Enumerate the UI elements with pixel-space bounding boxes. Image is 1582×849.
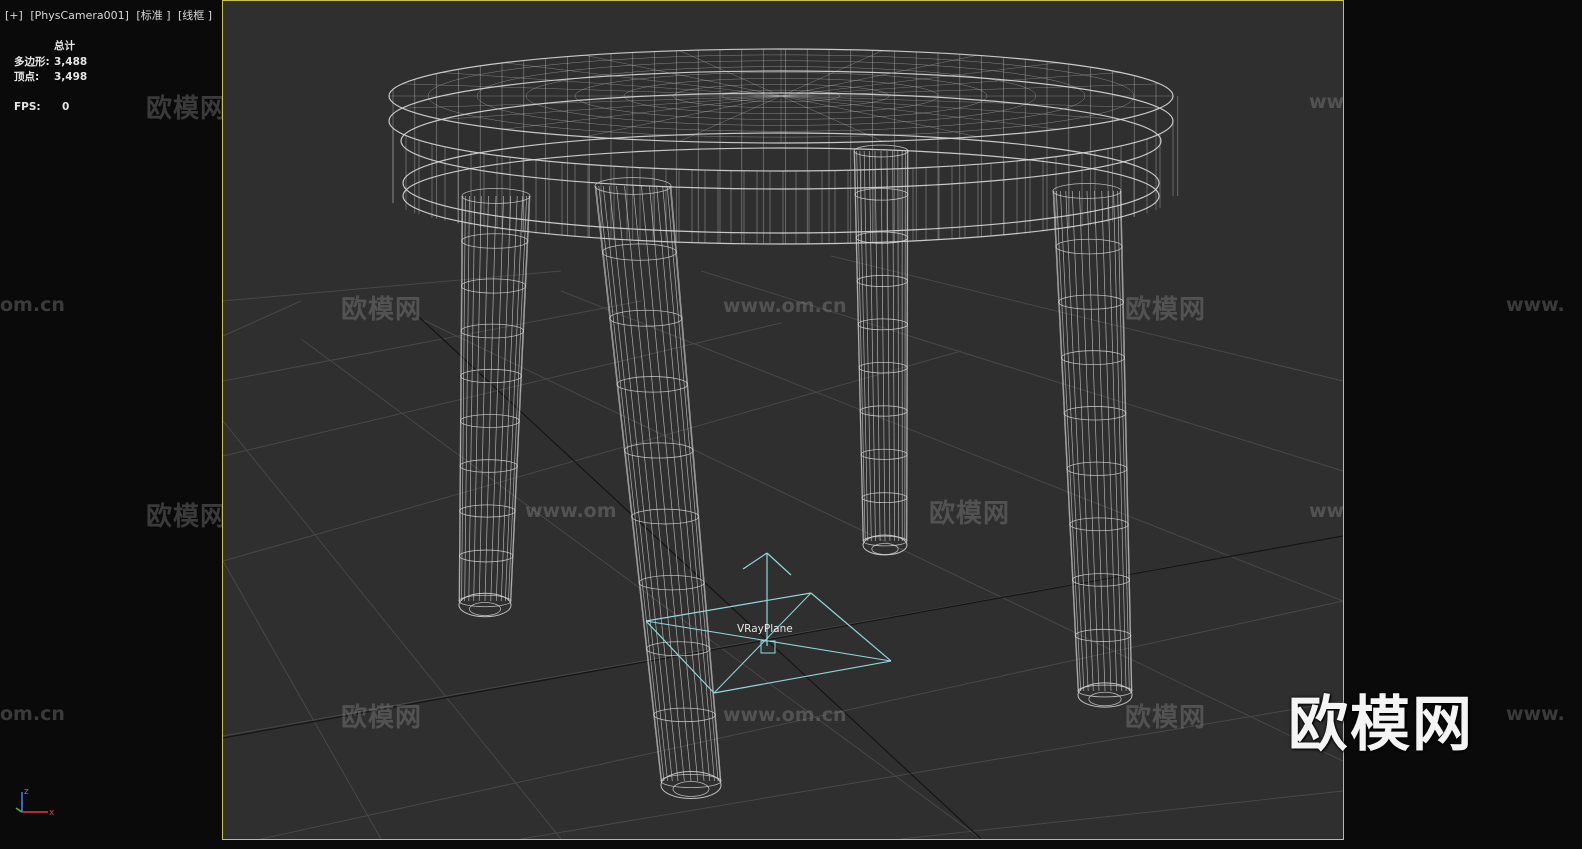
watermark-brand: 欧模网 bbox=[146, 94, 228, 124]
stats-polygons: 多边形: 3,488 bbox=[14, 54, 87, 69]
axis-tripod-icon: z x bbox=[12, 786, 58, 822]
watermark-url: om.cn bbox=[0, 294, 65, 316]
stats-fps-value: 0 bbox=[62, 101, 70, 113]
brand-logo: 欧模网 bbox=[1288, 690, 1474, 760]
watermark-url: om.cn bbox=[0, 703, 65, 725]
watermark-url: www. bbox=[1506, 294, 1565, 316]
axis-x-label: x bbox=[49, 808, 55, 818]
watermark-brand: 欧模网 bbox=[146, 502, 228, 532]
viewport-shading-menu[interactable]: [标准 ] bbox=[136, 9, 170, 22]
viewport-canvas[interactable] bbox=[223, 1, 1343, 839]
viewport-label: [+] [PhysCamera001] [标准 ] [线框 ] bbox=[5, 7, 216, 23]
viewport-menu-plus[interactable]: [+] bbox=[5, 9, 23, 22]
stats-fps: FPS: 0 bbox=[14, 101, 69, 113]
watermark-url: www. bbox=[1506, 703, 1565, 725]
axis-z-label: z bbox=[24, 787, 29, 797]
3d-viewport[interactable]: 欧模网 www.om.cn 欧模网 www.om.cn www.om 欧模网 w… bbox=[222, 0, 1344, 840]
ground-grid bbox=[223, 255, 1343, 839]
stats-vertices-label: 顶点: bbox=[14, 71, 40, 83]
viewport-camera-menu[interactable]: [PhysCamera001] bbox=[30, 9, 129, 22]
vray-plane-label[interactable]: VRayPlane bbox=[737, 623, 793, 635]
viewport-display-menu[interactable]: [线框 ] bbox=[178, 9, 212, 22]
stats-polygons-label: 多边形: bbox=[14, 56, 50, 68]
stats-fps-label: FPS: bbox=[14, 101, 41, 113]
stats-vertices: 顶点: 3,498 bbox=[14, 69, 87, 84]
stats-header: 总计 bbox=[54, 40, 75, 52]
stats-vertices-value: 3,498 bbox=[54, 71, 88, 83]
stats-polygons-value: 3,488 bbox=[54, 56, 88, 68]
table-wireframe[interactable] bbox=[388, 48, 1179, 799]
